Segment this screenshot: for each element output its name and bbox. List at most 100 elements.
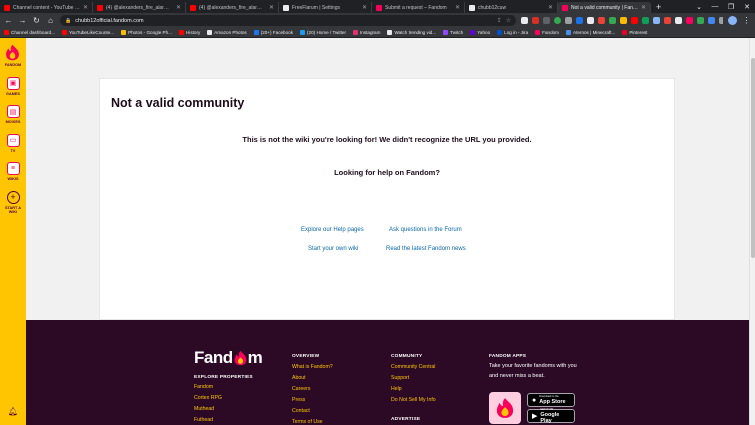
bookmark-item[interactable]: Instagram xyxy=(353,30,380,35)
extension-icon[interactable] xyxy=(697,17,704,24)
bookmark-item[interactable]: Watch trending vid... xyxy=(387,30,436,35)
bookmark-item[interactable]: Pinterest xyxy=(622,30,647,35)
browser-tab[interactable]: Channel content - YouTube Studio✕ xyxy=(0,2,93,13)
extension-icon[interactable] xyxy=(587,17,594,24)
bookmark-item[interactable]: Amazon Photos xyxy=(207,30,247,35)
new-tab-button[interactable]: + xyxy=(651,2,666,13)
browser-tab[interactable]: FreeFlarum | Settings ✕ xyxy=(279,2,372,13)
help-pages-link[interactable]: Explore our Help pages xyxy=(301,227,364,233)
extension-icon[interactable] xyxy=(642,17,649,24)
bookmark-item[interactable]: YouTubeLikeCounte... xyxy=(61,30,114,35)
footer-link[interactable]: Futhead xyxy=(194,417,213,423)
bookmark-favicon-icon xyxy=(61,30,67,35)
footer-link[interactable]: Support xyxy=(391,375,409,381)
browser-tab[interactable]: (4) @alexanders_fire_alarms301 ✕ xyxy=(186,2,279,13)
tab-close-icon[interactable]: ✕ xyxy=(548,4,553,11)
footer-link[interactable]: Fandom xyxy=(194,384,213,390)
footer-link[interactable]: Do Not Sell My Info xyxy=(391,397,436,403)
notifications-bell-icon[interactable]: 🔔︎ xyxy=(8,407,18,416)
tab-close-icon[interactable]: ✕ xyxy=(269,4,274,11)
page-scrollbar[interactable] xyxy=(749,38,755,425)
extension-icon[interactable] xyxy=(686,17,693,24)
extension-icon[interactable] xyxy=(543,17,550,24)
footer-link[interactable]: What is Fandom? xyxy=(292,364,333,370)
extension-icon[interactable] xyxy=(554,17,561,24)
extension-icon[interactable] xyxy=(620,17,627,24)
tab-close-icon[interactable]: ✕ xyxy=(455,4,460,11)
lock-icon[interactable]: 🔒 xyxy=(65,18,71,24)
home-icon[interactable]: ⌂ xyxy=(46,16,55,25)
footer-link[interactable]: Help xyxy=(391,386,402,392)
bookmark-item[interactable]: (20) Home / Twitter xyxy=(300,30,346,35)
google-play-badge[interactable]: ▶ GET IT ON Google Play xyxy=(527,408,575,424)
extension-icon[interactable] xyxy=(631,17,638,24)
tab-close-icon[interactable]: ✕ xyxy=(176,4,181,11)
share-icon[interactable]: ⇪ xyxy=(497,17,502,24)
minimize-icon[interactable]: — xyxy=(707,0,723,13)
footer-link[interactable]: Community Central xyxy=(391,364,435,370)
app-store-badge[interactable]: ● Download on the App Store xyxy=(527,393,575,407)
browser-tab[interactable]: Submit a request – Fandom ✕ xyxy=(372,2,465,13)
bookmark-item[interactable]: (20+) Facebook xyxy=(253,30,293,35)
extension-icon[interactable] xyxy=(653,17,660,24)
bookmark-item[interactable]: Photos - Google Ph... xyxy=(121,30,172,35)
tab-close-icon[interactable]: ✕ xyxy=(641,4,646,11)
menu-icon[interactable]: ⋮ xyxy=(742,16,751,25)
extension-icon[interactable] xyxy=(532,17,539,24)
extension-icon[interactable] xyxy=(609,17,616,24)
footer-link[interactable]: About xyxy=(292,375,306,381)
bookmark-item[interactable]: Fandom xyxy=(535,30,559,35)
tab-close-icon[interactable]: ✕ xyxy=(83,4,88,11)
maximize-icon[interactable]: ❐ xyxy=(723,0,739,13)
extension-icon[interactable] xyxy=(565,17,572,24)
fandom-app-icon[interactable] xyxy=(489,392,521,424)
bookmark-item[interactable]: Aternos | Minecraft... xyxy=(566,30,615,35)
page-title: Not a valid community xyxy=(111,96,245,110)
tab-search-icon[interactable]: ⌄ xyxy=(691,0,707,13)
browser-tab[interactable]: (4) @alexanders_fire_alarms301 ✕ xyxy=(93,2,186,13)
close-window-icon[interactable]: ✕ xyxy=(739,0,755,13)
extension-icon[interactable] xyxy=(675,17,682,24)
rail-item-tv[interactable]: ▭ TV xyxy=(6,133,20,154)
reload-icon[interactable]: ↻ xyxy=(32,16,41,25)
footer-link[interactable]: Careers xyxy=(292,386,310,392)
profile-avatar[interactable] xyxy=(728,16,737,25)
footer-logo[interactable]: Fand m xyxy=(194,348,263,368)
extension-icon[interactable] xyxy=(576,17,583,24)
fandom-news-link[interactable]: Read the latest Fandom news xyxy=(386,246,466,252)
bookmark-item[interactable]: Yahoo xyxy=(470,30,490,35)
bookmark-item[interactable]: History xyxy=(178,30,200,35)
bookmark-star-icon[interactable]: ☆ xyxy=(506,17,511,24)
browser-tab[interactable]: chubb12cuw ✕ xyxy=(465,2,558,13)
bookmark-item[interactable]: Channel dashboard... xyxy=(4,30,55,35)
footer-link[interactable]: Cortex RPG xyxy=(194,395,222,401)
puzzle-icon[interactable] xyxy=(719,17,723,24)
back-icon[interactable]: ← xyxy=(4,16,13,25)
forward-icon[interactable]: → xyxy=(18,16,27,25)
tab-close-icon[interactable]: ✕ xyxy=(362,4,367,11)
apple-icon: ● xyxy=(532,396,537,404)
tab-title: Not a valid community | Fandom xyxy=(571,4,638,11)
scrollbar-thumb[interactable] xyxy=(751,58,755,258)
rail-item-wikis[interactable]: ≡ WIKIS xyxy=(6,162,20,182)
footer-link[interactable]: Muthead xyxy=(194,406,214,412)
footer-link[interactable]: Terms of Use xyxy=(292,419,323,425)
extension-icon[interactable] xyxy=(598,17,605,24)
extension-icon[interactable] xyxy=(708,17,715,24)
rail-item-start-a-wiki[interactable]: + START A WIKI xyxy=(5,190,21,215)
rail-item-games[interactable]: ▣ GAMES xyxy=(6,76,20,97)
extension-icon[interactable] xyxy=(521,17,528,24)
start-wiki-link[interactable]: Start your own wiki xyxy=(308,246,358,252)
address-bar[interactable]: 🔒 chubb12official.fandom.com ⇪ ☆ xyxy=(60,15,516,26)
forum-link[interactable]: Ask questions in the Forum xyxy=(389,227,462,233)
footer-link[interactable]: Press xyxy=(292,397,305,403)
rail-item-movies[interactable]: ▤ MOVIES xyxy=(6,105,20,125)
address-url[interactable]: chubb12official.fandom.com xyxy=(75,18,492,24)
browser-tab-active[interactable]: Not a valid community | Fandom ✕ xyxy=(558,2,651,13)
bookmark-item[interactable]: Twitch xyxy=(443,30,463,35)
bookmark-item[interactable]: Log in - Jira xyxy=(497,30,528,35)
extension-icon[interactable] xyxy=(664,17,671,24)
rail-item-label: TV xyxy=(10,148,16,153)
footer-link[interactable]: Contact xyxy=(292,408,310,414)
fandom-logo-link[interactable]: FANDOM xyxy=(5,44,21,68)
